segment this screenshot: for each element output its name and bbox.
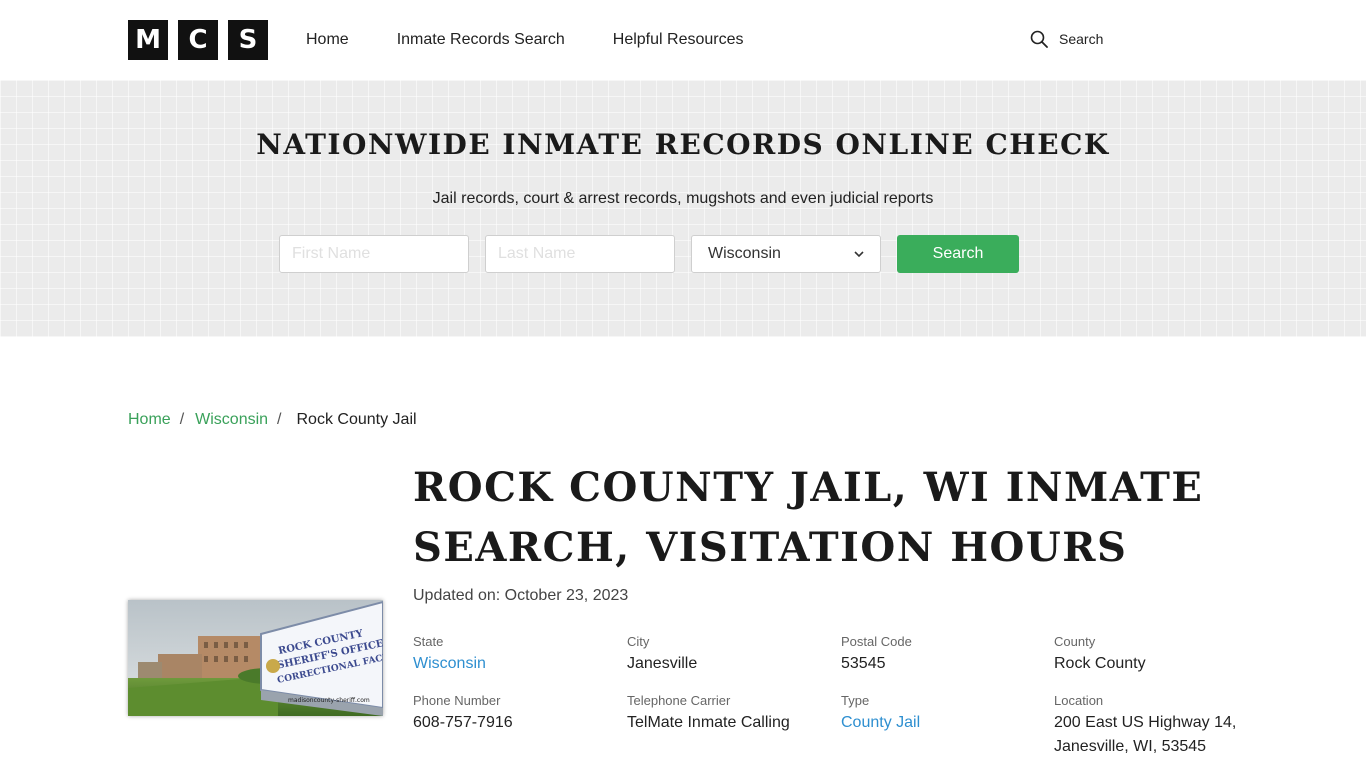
info-value: 53545 <box>841 655 886 672</box>
header-search-button[interactable]: Search <box>1030 30 1103 48</box>
page-title: ROCK COUNTY JAIL, WI INMATE SEARCH, VISI… <box>413 464 1204 571</box>
breadcrumb: Home / Wisconsin / Rock County Jail <box>128 411 417 429</box>
search-button[interactable]: Search <box>897 235 1019 273</box>
type-link[interactable]: County Jail <box>841 711 1051 735</box>
info-postal-code: Postal Code 53545 <box>841 634 1051 676</box>
search-icon <box>1030 30 1048 48</box>
hero-search-panel: NATIONWIDE INMATE RECORDS ONLINE CHECK J… <box>0 80 1366 337</box>
info-type: Type County Jail <box>841 693 1051 735</box>
info-value: Janesville <box>627 655 698 672</box>
info-city: City Janesville <box>627 634 837 676</box>
logo-letter: M <box>128 20 168 60</box>
updated-date: Updated on: October 23, 2023 <box>413 587 628 605</box>
info-state: State Wisconsin <box>413 634 623 676</box>
nav-home[interactable]: Home <box>306 30 349 50</box>
info-label: Phone Number <box>413 693 501 708</box>
nav-helpful-resources[interactable]: Helpful Resources <box>613 30 744 50</box>
facility-photo-image: ROCK COUNTY SHERIFF'S OFFICE & CORRECTIO… <box>128 600 383 716</box>
breadcrumb-state[interactable]: Wisconsin <box>195 411 268 429</box>
info-value: Rock County <box>1054 655 1146 672</box>
breadcrumb-current: Rock County Jail <box>296 411 417 428</box>
breadcrumb-home[interactable]: Home <box>128 411 171 429</box>
last-name-input[interactable] <box>485 235 675 273</box>
info-value: 200 East US Highway 14, <box>1054 714 1237 731</box>
site-logo[interactable]: M C S <box>128 20 268 60</box>
updated-label: Updated on: <box>413 587 501 604</box>
breadcrumb-separator: / <box>277 411 282 428</box>
info-value: TelMate Inmate Calling <box>627 714 790 731</box>
info-location: Location 200 East US Highway 14, Janesvi… <box>1054 693 1264 759</box>
info-label: Postal Code <box>841 634 912 649</box>
info-label: State <box>413 634 444 649</box>
logo-letter: C <box>178 20 218 60</box>
header-search-label: Search <box>1059 31 1104 47</box>
info-label: Type <box>841 693 870 708</box>
info-label: City <box>627 634 650 649</box>
site-header: M C S Home Inmate Records Search Helpful… <box>0 0 1366 80</box>
state-select-value: Wisconsin <box>708 245 781 262</box>
hero-title: NATIONWIDE INMATE RECORDS ONLINE CHECK <box>256 128 1110 161</box>
chevron-down-icon <box>854 250 864 257</box>
facility-photo: ROCK COUNTY SHERIFF'S OFFICE & CORRECTIO… <box>128 600 383 716</box>
info-telephone-carrier: Telephone Carrier TelMate Inmate Calling <box>627 693 837 735</box>
nav-inmate-records-search[interactable]: Inmate Records Search <box>397 30 565 50</box>
first-name-input[interactable] <box>279 235 469 273</box>
updated-value: October 23, 2023 <box>504 587 629 604</box>
info-value: Janesville, WI, 53545 <box>1054 738 1207 755</box>
info-label: County <box>1054 634 1096 649</box>
info-county: County Rock County <box>1054 634 1264 676</box>
logo-letter: S <box>228 20 268 60</box>
info-value: 608-757-7916 <box>413 714 513 731</box>
state-link[interactable]: Wisconsin <box>413 652 623 676</box>
main-nav: Home Inmate Records Search Helpful Resou… <box>306 30 792 50</box>
info-label: Telephone Carrier <box>627 693 731 708</box>
hero-subtitle: Jail records, court & arrest records, mu… <box>432 190 934 207</box>
info-phone-number: Phone Number 608-757-7916 <box>413 693 623 735</box>
photo-watermark: madisoncounty-sheriff.com <box>288 697 370 704</box>
state-select[interactable]: Wisconsin <box>691 235 881 273</box>
breadcrumb-separator: / <box>179 411 185 428</box>
info-label: Location <box>1054 693 1104 708</box>
